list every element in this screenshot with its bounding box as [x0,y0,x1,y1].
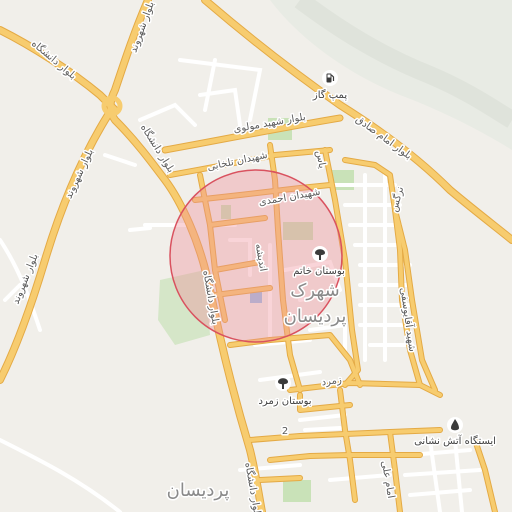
label-city-line1: شهرک [290,280,339,301]
label-two: 2 [282,426,288,437]
river-bed-area [270,0,512,150]
park-south [283,480,311,502]
label-bustan-zomorrod: بوستان زمرد [258,396,311,407]
map-view[interactable]: بلوار دانشگاه بلوار شهروند بلوار دانشگاه… [0,0,512,512]
map-canvas[interactable]: بلوار دانشگاه بلوار شهروند بلوار دانشگاه… [0,0,512,512]
label-blvd-daneshgah-top: بلوار دانشگاه [29,37,79,81]
fire-station-icon[interactable] [447,417,463,433]
label-blvd-imam-sadegh: بلوار امام صادق [353,114,413,162]
label-gas-station: پمپ گاز [312,89,347,101]
fuel-pump-icon[interactable] [322,70,338,86]
label-city-line2: پردیسان [284,306,347,327]
park-tree-icon[interactable] [312,246,328,262]
label-yas: یاس [313,150,327,170]
label-fire-station: ایستگاه آتش نشانی [414,434,496,447]
label-blvd-shahrvand-west: بلوار شهروند [63,147,96,200]
label-bustan-khatam: بوستان خاتم [293,266,345,277]
label-district: پردیسان [167,480,230,501]
label-blvd-shahrvand-top: بلوار شهروند [128,0,157,54]
park-tree-icon[interactable] [275,375,291,391]
